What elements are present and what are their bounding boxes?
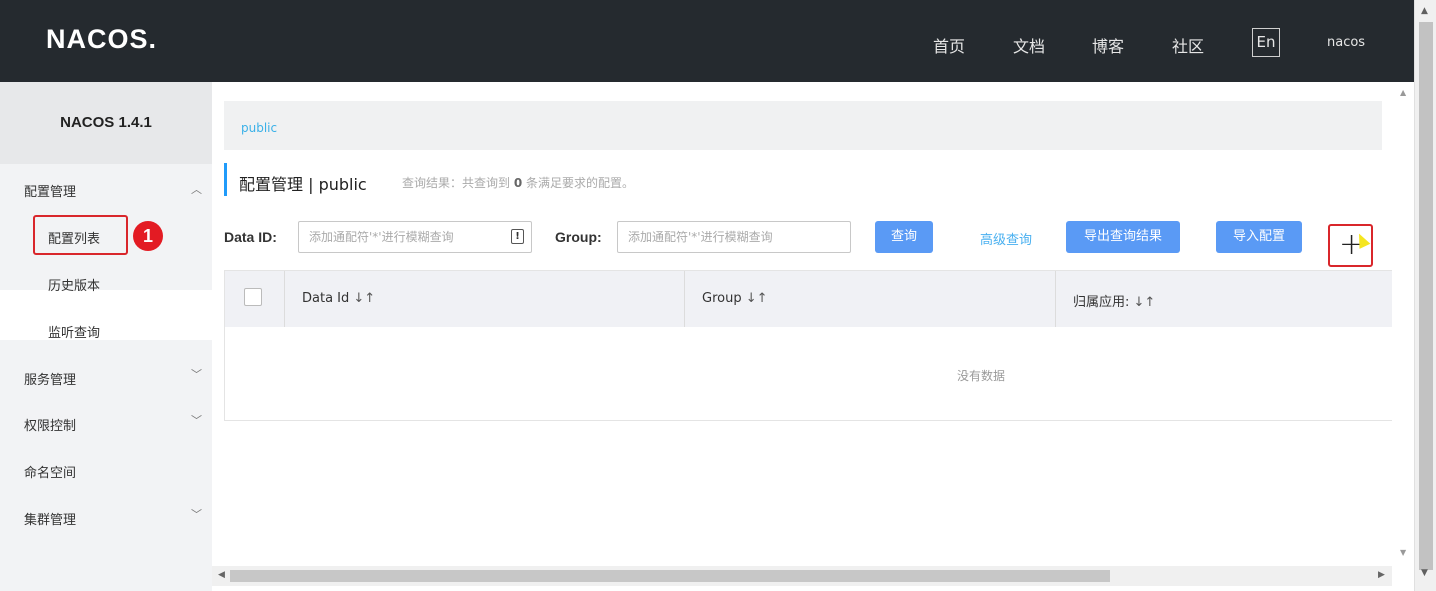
scroll-right-icon[interactable]: ▶ xyxy=(1378,570,1385,580)
user-name[interactable]: nacos xyxy=(1327,35,1365,50)
result-summary: 查询结果：共查询到 0 条满足要求的配置。 xyxy=(402,176,635,190)
export-results-button[interactable]: 导出查询结果 xyxy=(1066,221,1180,253)
scroll-up-icon[interactable]: ▲ xyxy=(1421,6,1428,16)
nav-community[interactable]: 社区 xyxy=(1172,33,1204,57)
chevron-down-icon[interactable]: ﹀ xyxy=(191,366,202,382)
advanced-query-link[interactable]: 高级查询 xyxy=(980,229,1032,248)
column-divider xyxy=(1055,271,1056,327)
title-accent xyxy=(224,163,227,196)
column-divider xyxy=(284,271,285,327)
sidebar-item-history[interactable]: 历史版本 xyxy=(48,275,100,294)
version-label: NACOS 1.4.1 xyxy=(0,82,212,164)
column-divider xyxy=(684,271,685,327)
data-id-input[interactable]: 添加通配符'*'进行模糊查询 xyxy=(298,221,532,253)
select-all-checkbox[interactable] xyxy=(244,288,262,306)
vertical-scroll-thumb[interactable] xyxy=(1419,22,1433,570)
import-config-button[interactable]: 导入配置 xyxy=(1216,221,1302,253)
nav-home[interactable]: 首页 xyxy=(933,33,965,57)
table-header: Data Id ↓↑ Group ↓↑ 归属应用: ↓↑ xyxy=(225,271,1395,327)
config-table: Data Id ↓↑ Group ↓↑ 归属应用: ↓↑ 没有数据 xyxy=(224,270,1395,421)
chevron-up-icon[interactable]: ︿ xyxy=(191,181,202,197)
highlight-box-config-list xyxy=(33,215,128,255)
data-id-label: Data ID: xyxy=(224,229,277,245)
sidebar-group-service[interactable]: 服务管理 xyxy=(24,369,76,388)
info-icon: ! xyxy=(511,229,524,244)
column-header-group[interactable]: Group ↓↑ xyxy=(702,291,768,306)
scroll-up-icon[interactable]: ▲ xyxy=(1400,88,1406,97)
nav-blog[interactable]: 博客 xyxy=(1092,33,1124,57)
breadcrumb: public xyxy=(224,101,1382,150)
sort-icon[interactable]: ↓↑ xyxy=(746,291,768,306)
sidebar-item-listener[interactable]: 监听查询 xyxy=(48,322,100,341)
result-count: 0 xyxy=(513,176,523,190)
scroll-down-icon[interactable]: ▼ xyxy=(1400,548,1406,557)
scroll-down-icon[interactable]: ▼ xyxy=(1421,568,1428,578)
annotation-badge-1: 1 xyxy=(133,221,163,251)
chevron-down-icon[interactable]: ﹀ xyxy=(191,412,202,428)
column-header-data-id[interactable]: Data Id ↓↑ xyxy=(302,291,375,306)
nacos-logo[interactable]: NACOS. xyxy=(46,24,157,55)
top-header: NACOS. 首页 文档 博客 社区 En nacos xyxy=(0,0,1414,82)
empty-state-text: 没有数据 xyxy=(957,369,1006,383)
sidebar-group-auth[interactable]: 权限控制 xyxy=(24,415,76,434)
horizontal-scroll-thumb[interactable] xyxy=(230,570,1110,582)
chevron-down-icon[interactable]: ﹀ xyxy=(191,506,202,522)
group-input[interactable]: 添加通配符'*'进行模糊查询 xyxy=(617,221,851,253)
content-vertical-scrollbar[interactable]: ▲ ▼ xyxy=(1392,82,1414,566)
sidebar: NACOS 1.4.1 配置管理 ︿ 配置列表 历史版本 监听查询 服务管理 ﹀… xyxy=(0,82,212,591)
breadcrumb-namespace[interactable]: public xyxy=(241,121,277,135)
sort-icon[interactable]: ↓↑ xyxy=(1134,295,1156,310)
scroll-left-icon[interactable]: ◀ xyxy=(218,570,225,580)
sidebar-group-config[interactable]: 配置管理 xyxy=(24,181,76,200)
language-toggle[interactable]: En xyxy=(1252,28,1280,57)
nav-docs[interactable]: 文档 xyxy=(1013,33,1045,57)
group-label: Group: xyxy=(555,229,602,245)
page-title: 配置管理 | public xyxy=(239,175,367,194)
horizontal-scrollbar[interactable]: ◀ ▶ xyxy=(212,566,1392,586)
window-vertical-scrollbar[interactable]: ▲ ▼ xyxy=(1414,0,1436,591)
query-button[interactable]: 查询 xyxy=(875,221,933,253)
sort-icon[interactable]: ↓↑ xyxy=(353,291,375,306)
sidebar-active-row xyxy=(0,290,212,340)
column-header-app[interactable]: 归属应用: ↓↑ xyxy=(1073,291,1155,310)
sidebar-group-cluster[interactable]: 集群管理 xyxy=(24,509,76,528)
sidebar-group-namespace[interactable]: 命名空间 xyxy=(24,462,76,481)
